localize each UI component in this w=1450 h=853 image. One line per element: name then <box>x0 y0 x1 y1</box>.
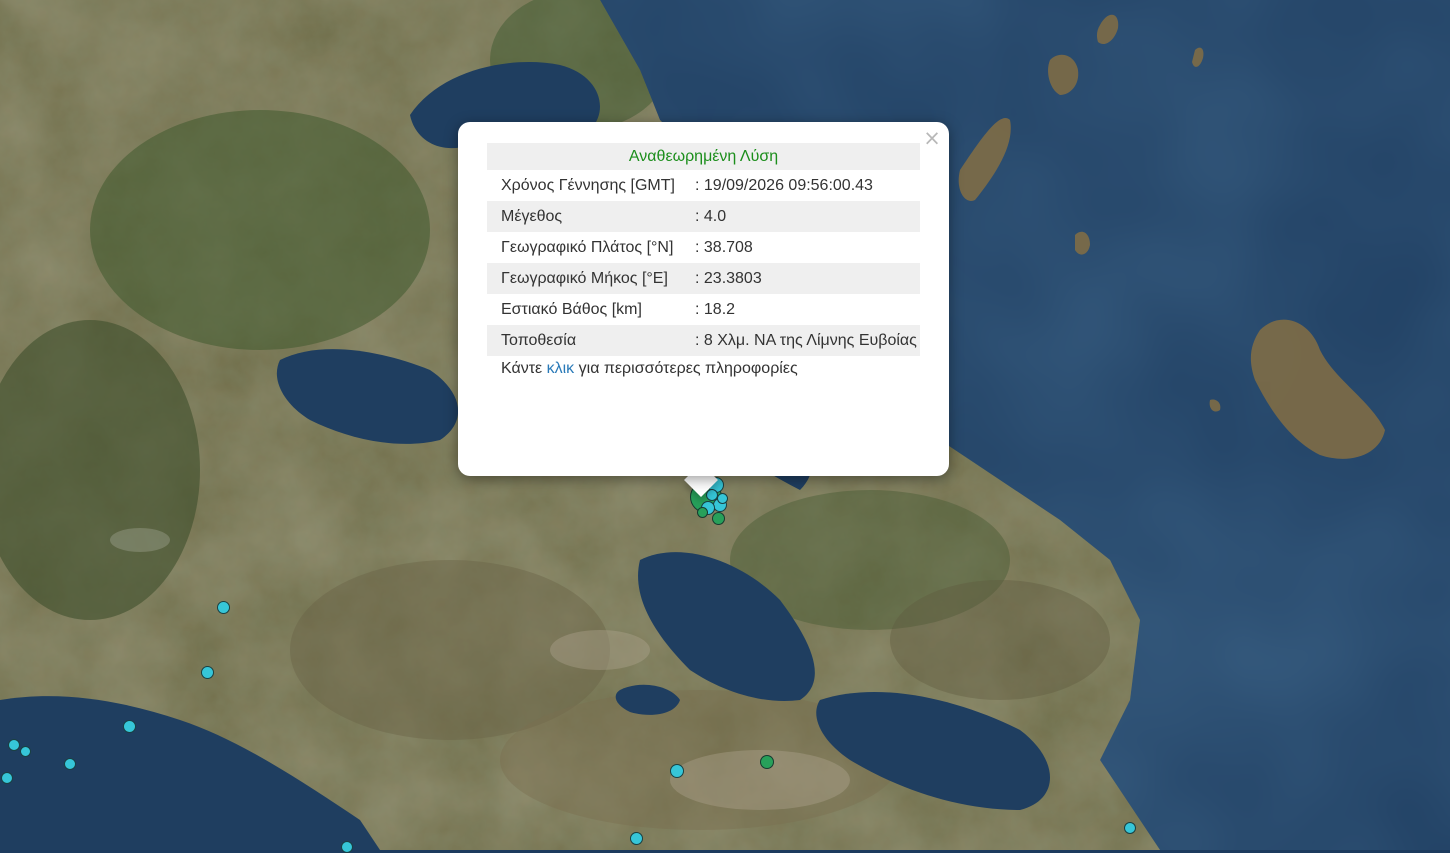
info-table: Χρόνος Γέννησης [GMT] : 19/09/2026 09:56… <box>487 170 920 356</box>
earthquake-marker[interactable] <box>200 665 214 679</box>
table-row: Χρόνος Γέννησης [GMT] : 19/09/2026 09:56… <box>487 170 920 201</box>
earthquake-marker[interactable] <box>122 719 136 733</box>
close-icon[interactable]: × <box>922 128 942 149</box>
popup-footer: Κάντε κλικ για περισσότερες πληροφορίες <box>487 356 920 380</box>
magnitude-value: : 4.0 <box>695 201 920 232</box>
earthquake-marker[interactable] <box>696 506 708 518</box>
longitude-label: Γεωγραφικό Μήκος [°E] <box>487 263 695 294</box>
table-row: Εστιακό Βάθος [km] : 18.2 <box>487 294 920 325</box>
depth-value: : 18.2 <box>695 301 736 318</box>
longitude-value: : 23.3803 <box>695 263 920 294</box>
more-info-link[interactable]: κλικ <box>547 360 575 377</box>
latitude-label: Γεωγραφικό Πλάτος [°N] <box>501 239 674 256</box>
earthquake-marker[interactable] <box>711 511 725 525</box>
popup-content: Αναθεωρημένη Λύση Χρόνος Γέννησης [GMT] … <box>487 143 920 380</box>
footer-suffix: για περισσότερες πληροφορίες <box>574 360 798 377</box>
earthquake-popup: × Αναθεωρημένη Λύση Χρόνος Γέννησης [GMT… <box>458 122 949 476</box>
location-value: : 8 Χλμ. ΝΑ της Λίμνης Ευβοίας <box>695 325 920 356</box>
latitude-value: : 38.708 <box>695 239 753 256</box>
time-label: Χρόνος Γέννησης [GMT] <box>501 177 675 194</box>
earthquake-marker[interactable] <box>716 492 728 504</box>
earthquake-marker[interactable] <box>8 739 20 751</box>
table-row: Τοποθεσία : 8 Χλμ. ΝΑ της Λίμνης Ευβοίας <box>487 325 920 356</box>
magnitude-label: Μέγεθος <box>487 201 695 232</box>
earthquake-marker[interactable] <box>1 772 13 784</box>
earthquake-marker[interactable] <box>760 755 774 769</box>
footer-prefix: Κάντε <box>501 360 547 377</box>
time-value: : 19/09/2026 09:56:00.43 <box>695 177 873 194</box>
earthquake-marker[interactable] <box>629 831 643 845</box>
location-label: Τοποθεσία <box>487 325 695 356</box>
earthquake-marker[interactable] <box>1124 822 1136 834</box>
earthquake-marker[interactable] <box>341 841 353 853</box>
table-row: Γεωγραφικό Μήκος [°E] : 23.3803 <box>487 263 920 294</box>
table-row: Γεωγραφικό Πλάτος [°N] : 38.708 <box>487 232 920 263</box>
table-row: Μέγεθος : 4.0 <box>487 201 920 232</box>
popup-title: Αναθεωρημένη Λύση <box>487 143 920 170</box>
earthquake-marker[interactable] <box>19 745 31 757</box>
earthquake-marker[interactable] <box>216 600 230 614</box>
depth-label: Εστιακό Βάθος [km] <box>501 301 642 318</box>
earthquake-marker[interactable] <box>64 758 76 770</box>
earthquake-marker[interactable] <box>670 764 684 778</box>
